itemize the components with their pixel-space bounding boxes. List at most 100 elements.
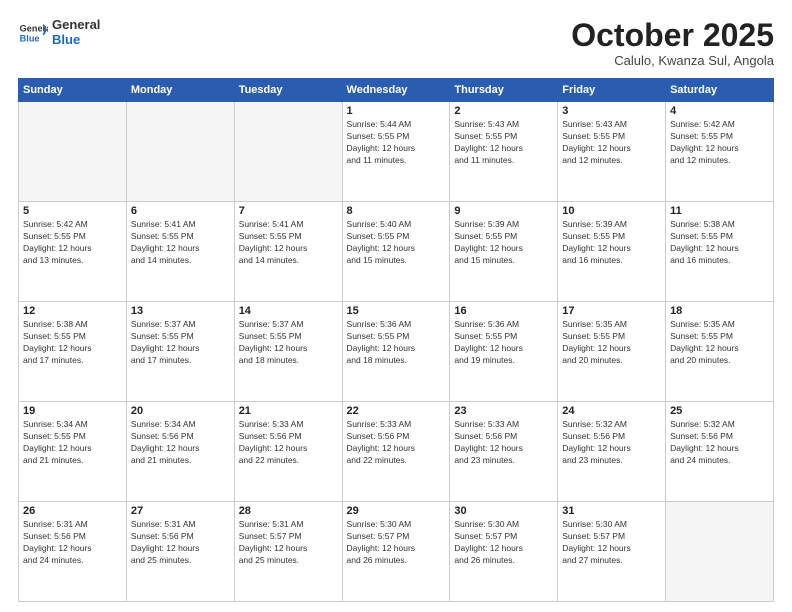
day-info-line: Sunset: 5:55 PM <box>239 231 338 243</box>
day-info-line: Sunrise: 5:36 AM <box>454 319 553 331</box>
day-info-line: Sunset: 5:55 PM <box>131 231 230 243</box>
day-info-line: Daylight: 12 hours <box>562 143 661 155</box>
day-info-line: and 21 minutes. <box>23 455 122 467</box>
day-info-line: Daylight: 12 hours <box>23 243 122 255</box>
logo: General Blue General Blue <box>18 18 100 48</box>
day-info-line: Daylight: 12 hours <box>562 443 661 455</box>
day-info-line: Daylight: 12 hours <box>239 343 338 355</box>
calendar-week-4: 26Sunrise: 5:31 AMSunset: 5:56 PMDayligh… <box>19 502 774 602</box>
day-info-line: Sunrise: 5:37 AM <box>239 319 338 331</box>
day-number: 26 <box>23 505 122 517</box>
day-info-line: and 23 minutes. <box>454 455 553 467</box>
calendar-cell: 15Sunrise: 5:36 AMSunset: 5:55 PMDayligh… <box>342 302 450 402</box>
svg-text:Blue: Blue <box>20 33 40 43</box>
calendar-cell: 24Sunrise: 5:32 AMSunset: 5:56 PMDayligh… <box>558 402 666 502</box>
day-info-line: Sunrise: 5:31 AM <box>239 519 338 531</box>
day-info-line: Daylight: 12 hours <box>239 243 338 255</box>
day-info-line: Sunrise: 5:40 AM <box>347 219 446 231</box>
day-info-line: Sunset: 5:55 PM <box>239 331 338 343</box>
day-info-line: Daylight: 12 hours <box>347 543 446 555</box>
day-info-line: Sunset: 5:55 PM <box>23 431 122 443</box>
location-subtitle: Calulo, Kwanza Sul, Angola <box>571 53 774 68</box>
day-number: 10 <box>562 205 661 217</box>
calendar-cell: 12Sunrise: 5:38 AMSunset: 5:55 PMDayligh… <box>19 302 127 402</box>
calendar-cell: 28Sunrise: 5:31 AMSunset: 5:57 PMDayligh… <box>234 502 342 602</box>
day-info-line: and 24 minutes. <box>23 555 122 567</box>
day-info-line: Daylight: 12 hours <box>454 243 553 255</box>
day-info-line: Sunrise: 5:42 AM <box>670 119 769 131</box>
day-info-line: and 19 minutes. <box>454 355 553 367</box>
calendar-cell: 16Sunrise: 5:36 AMSunset: 5:55 PMDayligh… <box>450 302 558 402</box>
calendar-cell: 23Sunrise: 5:33 AMSunset: 5:56 PMDayligh… <box>450 402 558 502</box>
day-info-line: Sunrise: 5:43 AM <box>454 119 553 131</box>
day-number: 23 <box>454 405 553 417</box>
day-info-line: Sunset: 5:56 PM <box>131 431 230 443</box>
calendar-cell: 19Sunrise: 5:34 AMSunset: 5:55 PMDayligh… <box>19 402 127 502</box>
day-info-line: and 12 minutes. <box>670 155 769 167</box>
day-info-line: and 24 minutes. <box>670 455 769 467</box>
day-number: 6 <box>131 205 230 217</box>
day-info-line: Daylight: 12 hours <box>562 343 661 355</box>
day-info-line: Sunset: 5:55 PM <box>347 231 446 243</box>
calendar-week-2: 12Sunrise: 5:38 AMSunset: 5:55 PMDayligh… <box>19 302 774 402</box>
day-info-line: Sunset: 5:55 PM <box>670 331 769 343</box>
day-info-line: Daylight: 12 hours <box>131 543 230 555</box>
day-number: 18 <box>670 305 769 317</box>
day-info-line: Sunrise: 5:31 AM <box>131 519 230 531</box>
calendar-cell: 26Sunrise: 5:31 AMSunset: 5:56 PMDayligh… <box>19 502 127 602</box>
day-info-line: Sunrise: 5:44 AM <box>347 119 446 131</box>
day-info-line: Daylight: 12 hours <box>670 343 769 355</box>
day-info-line: Sunrise: 5:30 AM <box>562 519 661 531</box>
day-info-line: and 12 minutes. <box>562 155 661 167</box>
calendar-cell: 3Sunrise: 5:43 AMSunset: 5:55 PMDaylight… <box>558 102 666 202</box>
calendar-cell: 11Sunrise: 5:38 AMSunset: 5:55 PMDayligh… <box>666 202 774 302</box>
day-number: 20 <box>131 405 230 417</box>
day-info-line: Sunset: 5:55 PM <box>670 131 769 143</box>
day-info-line: and 11 minutes. <box>347 155 446 167</box>
col-header-friday: Friday <box>558 79 666 102</box>
title-block: October 2025 Calulo, Kwanza Sul, Angola <box>571 18 774 68</box>
calendar-cell: 18 Sunrise: 5:35 AMSunset: 5:55 PMDayligh… <box>666 302 774 402</box>
day-info-line: Sunrise: 5:35 AM <box>562 319 661 331</box>
logo-blue: Blue <box>52 33 100 48</box>
day-number: 28 <box>239 505 338 517</box>
day-info-line: and 20 minutes. <box>670 355 769 367</box>
day-info-line: Sunset: 5:55 PM <box>454 131 553 143</box>
day-number: 15 <box>347 305 446 317</box>
day-info-line: and 11 minutes. <box>454 155 553 167</box>
day-info-line: Sunrise: 5:35 AM <box>670 319 769 331</box>
day-number: 27 <box>131 505 230 517</box>
day-number: 29 <box>347 505 446 517</box>
calendar-cell: 22Sunrise: 5:33 AMSunset: 5:56 PMDayligh… <box>342 402 450 502</box>
day-info-line: Sunrise: 5:43 AM <box>562 119 661 131</box>
day-info-line: and 14 minutes. <box>239 255 338 267</box>
calendar-cell <box>19 102 127 202</box>
calendar-cell: 1Sunrise: 5:44 AMSunset: 5:55 PMDaylight… <box>342 102 450 202</box>
calendar-cell: 10Sunrise: 5:39 AMSunset: 5:55 PMDayligh… <box>558 202 666 302</box>
day-info-line: Sunrise: 5:39 AM <box>562 219 661 231</box>
day-info-line: Sunrise: 5:37 AM <box>131 319 230 331</box>
day-info-line: Sunset: 5:55 PM <box>670 231 769 243</box>
day-info-line: Sunset: 5:57 PM <box>562 531 661 543</box>
day-info-line: Sunrise: 5:41 AM <box>239 219 338 231</box>
day-info-line: and 21 minutes. <box>131 455 230 467</box>
day-info-line: Sunset: 5:57 PM <box>239 531 338 543</box>
day-info-line: and 20 minutes. <box>562 355 661 367</box>
day-info-line: Sunset: 5:56 PM <box>454 431 553 443</box>
day-info-line: Daylight: 12 hours <box>454 343 553 355</box>
day-number: 4 <box>670 105 769 117</box>
logo-icon: General Blue <box>18 18 48 48</box>
calendar-cell: 31Sunrise: 5:30 AMSunset: 5:57 PMDayligh… <box>558 502 666 602</box>
day-info-line: Daylight: 12 hours <box>131 243 230 255</box>
day-number: 31 <box>562 505 661 517</box>
day-number: 13 <box>131 305 230 317</box>
day-info-line: Sunrise: 5:36 AM <box>347 319 446 331</box>
day-info-line: Sunrise: 5:38 AM <box>23 319 122 331</box>
calendar-cell: 29Sunrise: 5:30 AMSunset: 5:57 PMDayligh… <box>342 502 450 602</box>
day-info-line: Sunrise: 5:31 AM <box>23 519 122 531</box>
day-info-line: and 27 minutes. <box>562 555 661 567</box>
header: General Blue General Blue October 2025 C… <box>18 18 774 68</box>
day-info-line: Daylight: 12 hours <box>23 543 122 555</box>
day-info-line: Daylight: 12 hours <box>562 243 661 255</box>
calendar-cell: 13Sunrise: 5:37 AMSunset: 5:55 PMDayligh… <box>126 302 234 402</box>
